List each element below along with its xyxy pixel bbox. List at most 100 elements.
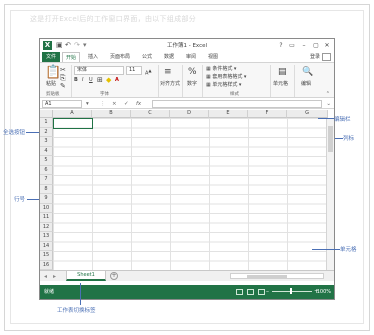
avatar[interactable] <box>322 53 331 61</box>
callout-column: 列标 <box>343 136 355 142</box>
row-header[interactable]: 12 <box>40 222 53 232</box>
worksheet-grid[interactable]: A B C D E F G 1 2 3 4 5 6 7 8 9 10 11 12 13 14 15 16 <box>40 110 334 270</box>
align-label[interactable]: 对齐方式 <box>160 81 180 88</box>
sheet-tab[interactable]: Sheet1 <box>66 271 106 281</box>
insert-function-icon[interactable]: fx <box>136 100 141 108</box>
row-header[interactable]: 14 <box>40 241 53 251</box>
ribbon-display-button[interactable]: ▭ <box>287 40 297 51</box>
cells-label[interactable]: 单元格 <box>273 81 288 88</box>
font-color-button[interactable]: A <box>115 77 119 84</box>
fill-color-icon[interactable]: ◆ <box>106 76 111 84</box>
zoom-slider[interactable] <box>272 288 312 294</box>
format-painter-icon[interactable]: ✎ <box>60 82 66 90</box>
tab-formulas[interactable]: 公式 <box>138 52 156 62</box>
next-sheet-icon[interactable]: ▸ <box>53 271 56 282</box>
vertical-scroll-thumb[interactable] <box>328 126 333 152</box>
font-size-select[interactable]: 11 <box>126 66 142 75</box>
paste-label[interactable]: 粘贴 <box>46 81 56 88</box>
vertical-scrollbar[interactable] <box>326 118 334 270</box>
row-header[interactable]: 2 <box>40 127 53 137</box>
row-header[interactable]: 16 <box>40 260 53 270</box>
row-header[interactable]: 11 <box>40 213 53 223</box>
font-name-select[interactable]: 宋体 <box>74 66 124 75</box>
find-icon[interactable]: 🔍 <box>302 68 313 77</box>
prev-sheet-icon[interactable]: ◂ <box>44 271 47 282</box>
row-header[interactable]: 5 <box>40 156 53 166</box>
row-header[interactable]: 15 <box>40 251 53 261</box>
row-header[interactable]: 6 <box>40 165 53 175</box>
column-header[interactable]: C <box>131 110 170 118</box>
zoom-slider-knob[interactable] <box>290 288 292 294</box>
italic-button[interactable]: I <box>82 77 83 84</box>
ribbon-tabs: 文件 开始 插入 页面布局 公式 数据 审阅 视图 登录 <box>40 52 334 62</box>
column-header[interactable]: B <box>92 110 131 118</box>
row-header[interactable]: 7 <box>40 175 53 185</box>
bold-button[interactable]: B <box>74 77 78 84</box>
horizontal-scroll-thumb[interactable] <box>247 275 287 278</box>
name-box[interactable]: A1 <box>42 100 82 108</box>
cancel-icon[interactable]: × <box>112 100 117 108</box>
paste-icon[interactable]: 📋 <box>45 66 61 80</box>
row-header[interactable]: 13 <box>40 232 53 242</box>
column-header[interactable]: F <box>248 110 287 118</box>
row-header[interactable]: 10 <box>40 203 53 213</box>
title-bar: X ▣ ↶ ↷ ▾ 工作簿1 - Excel ? ▭ – ▢ ✕ <box>40 39 334 52</box>
tab-home[interactable]: 开始 <box>62 52 80 62</box>
column-header[interactable]: A <box>53 110 92 118</box>
collapse-ribbon-icon[interactable]: ⌃ <box>326 90 330 98</box>
callout-line <box>335 138 343 139</box>
tab-data[interactable]: 数据 <box>160 52 178 62</box>
select-all-button[interactable] <box>40 110 53 118</box>
grow-font-icon[interactable]: A▲ <box>145 67 152 78</box>
percent-icon[interactable]: % <box>188 68 197 77</box>
column-header[interactable]: E <box>209 110 248 118</box>
namebox-dropdown-icon[interactable]: ▾ <box>86 100 89 108</box>
maximize-button[interactable]: ▢ <box>311 40 321 51</box>
help-button[interactable]: ? <box>276 40 286 51</box>
enter-icon[interactable]: ✓ <box>124 100 129 108</box>
cell-styles-button[interactable]: ▦ 单元格样式 ▾ <box>206 82 241 89</box>
close-button[interactable]: ✕ <box>322 40 332 51</box>
conditional-format-button[interactable]: ▦ 条件格式 ▾ <box>206 66 236 73</box>
minimize-button[interactable]: – <box>299 40 309 51</box>
login-link[interactable]: 登录 <box>310 52 320 62</box>
tab-insert[interactable]: 插入 <box>84 52 102 62</box>
align-icon[interactable]: ≡ <box>164 68 172 77</box>
number-label[interactable]: 数字 <box>187 81 197 88</box>
selected-cell[interactable] <box>53 118 93 129</box>
callout-line <box>312 249 340 250</box>
horizontal-scrollbar[interactable] <box>230 273 324 279</box>
blurred-caption: 这是打开Excel后的工作窗口界面，由以下组成部分 <box>30 15 197 23</box>
column-header[interactable]: D <box>170 110 209 118</box>
divider <box>202 65 203 97</box>
tab-review[interactable]: 审阅 <box>182 52 200 62</box>
tab-view[interactable]: 视图 <box>204 52 222 62</box>
add-sheet-button[interactable]: + <box>110 272 118 280</box>
cell-area[interactable] <box>53 118 326 270</box>
copy-icon[interactable]: ⎘ <box>60 74 66 82</box>
page-layout-icon[interactable] <box>247 289 254 295</box>
row-header[interactable]: 3 <box>40 137 53 147</box>
tab-page-layout[interactable]: 页面布局 <box>106 52 134 62</box>
callout-line <box>80 283 81 305</box>
zoom-out-button[interactable]: – <box>266 285 269 299</box>
page-break-icon[interactable] <box>258 289 265 295</box>
border-icon[interactable]: ⊞ <box>97 76 103 84</box>
normal-view-icon[interactable] <box>236 289 243 295</box>
row-header[interactable]: 9 <box>40 194 53 204</box>
row-header[interactable]: 1 <box>40 118 53 128</box>
callout-line <box>318 118 334 119</box>
column-header[interactable]: G <box>287 110 328 118</box>
expand-formula-icon[interactable]: ⌄ <box>326 100 331 108</box>
zoom-level[interactable]: 100% <box>317 285 331 299</box>
formula-input[interactable] <box>152 100 322 108</box>
row-header[interactable]: 4 <box>40 146 53 156</box>
row-header[interactable]: 8 <box>40 184 53 194</box>
cells-icon[interactable]: ▤ <box>278 68 287 77</box>
underline-button[interactable]: U <box>89 77 93 84</box>
format-as-table-button[interactable]: ▦ 套用表格格式 ▾ <box>206 74 246 81</box>
tab-file[interactable]: 文件 <box>42 52 60 62</box>
cut-icon[interactable]: ✂ <box>60 66 66 74</box>
divider <box>71 65 72 97</box>
edit-label[interactable]: 编辑 <box>301 81 311 88</box>
